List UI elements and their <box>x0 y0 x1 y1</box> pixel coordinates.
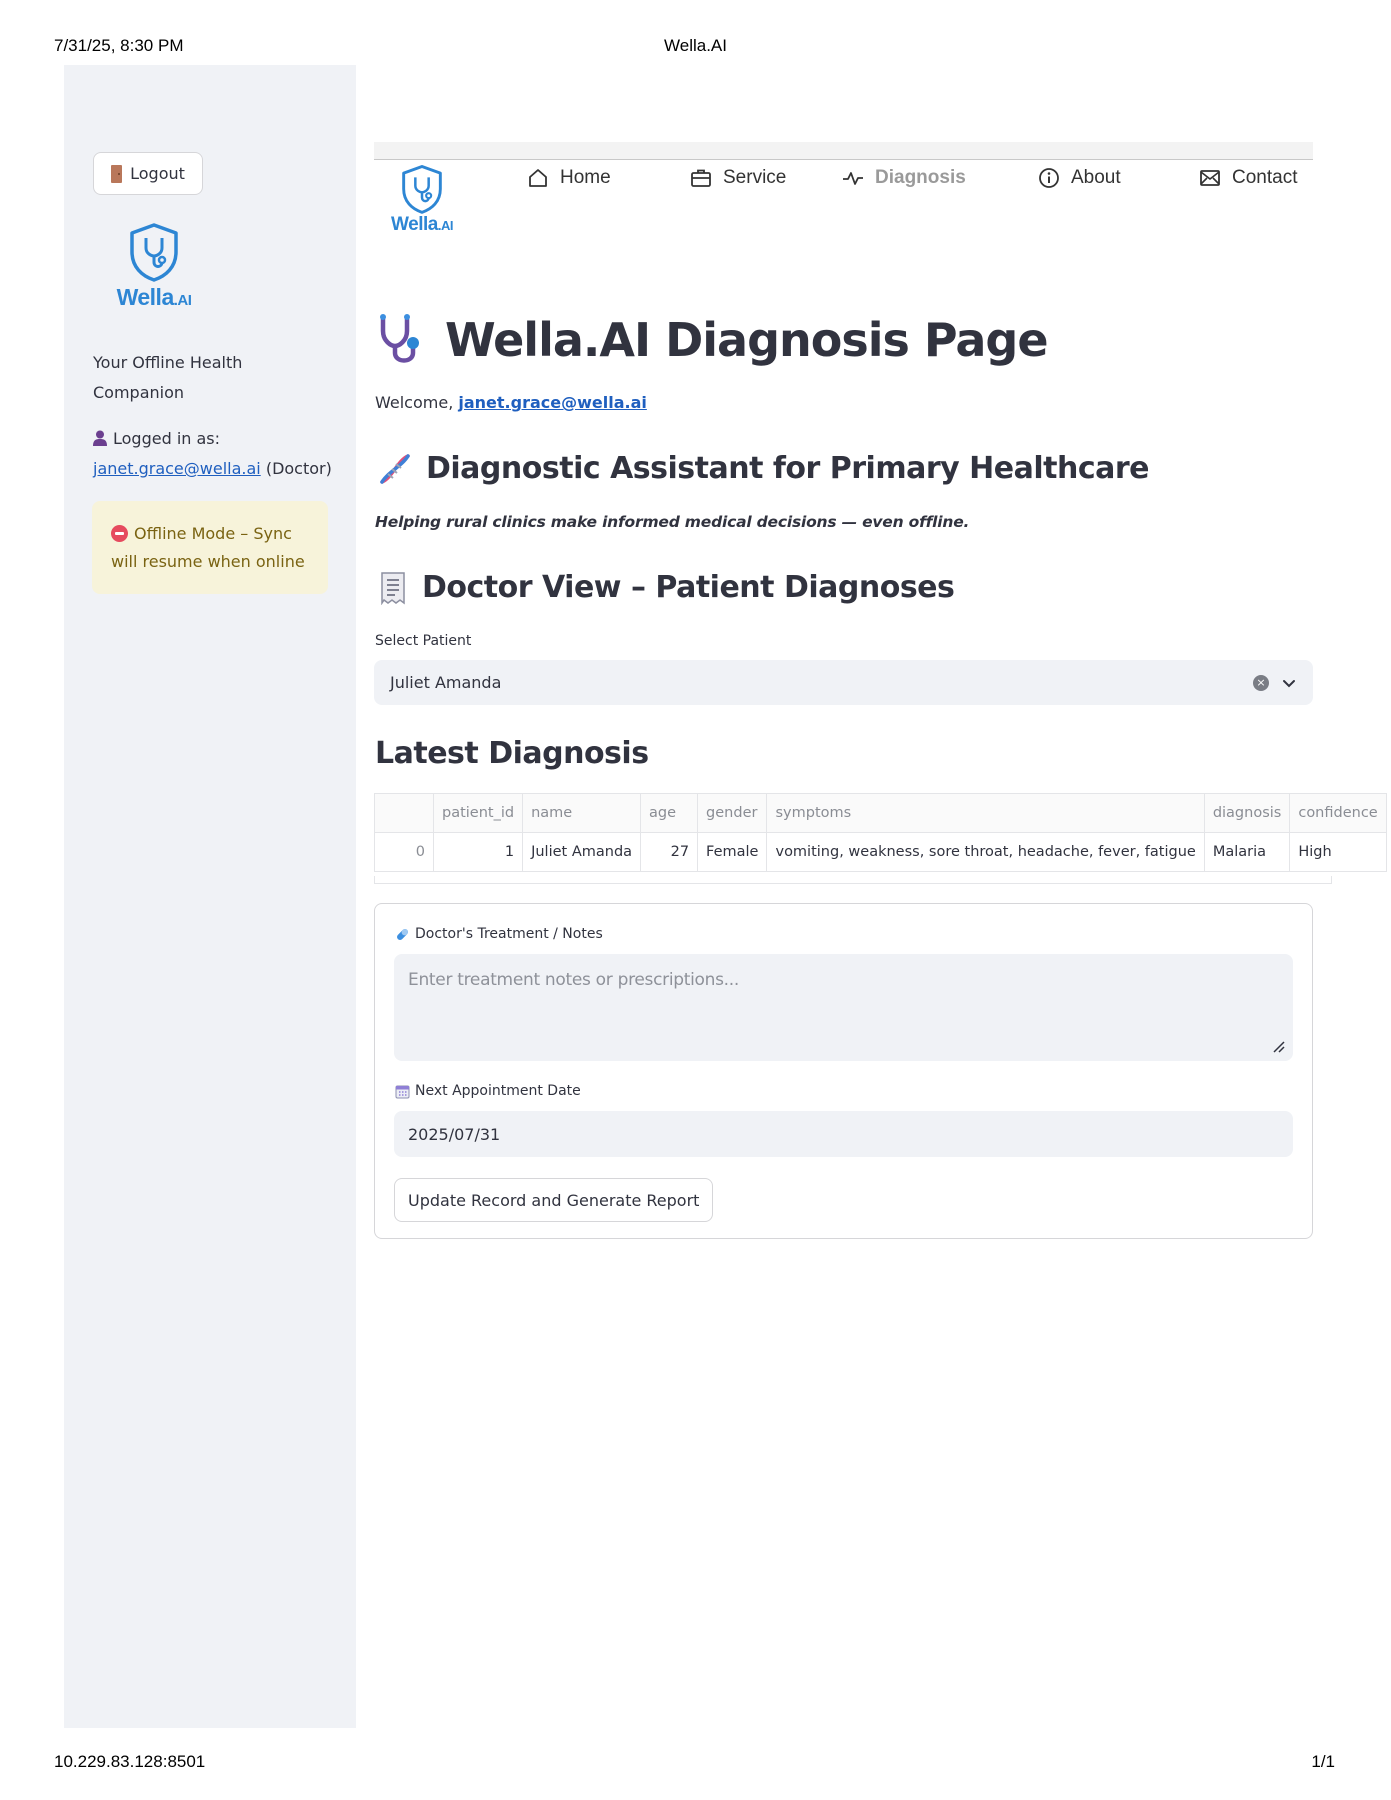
no-entry-icon <box>111 525 128 542</box>
notes-placeholder: Enter treatment notes or prescriptions..… <box>408 970 739 990</box>
diagnosis-table: patient_id name age gender symptoms diag… <box>374 793 1387 872</box>
cell-index[interactable]: 0 <box>374 832 434 872</box>
treatment-form: Doctor's Treatment / Notes Enter treatme… <box>374 903 1313 1239</box>
tagline: Your Offline Health Companion <box>93 353 243 402</box>
user-icon <box>93 430 107 446</box>
logout-button[interactable]: Logout <box>93 152 203 195</box>
logo-suffix: .AI <box>173 292 192 309</box>
date-value: 2025/07/31 <box>408 1124 501 1144</box>
chevron-down-icon[interactable] <box>1281 675 1297 691</box>
notes-label-text: Doctor's Treatment / Notes <box>415 926 603 942</box>
door-icon <box>111 164 123 183</box>
update-record-label: Update Record and Generate Report <box>408 1190 700 1210</box>
col-gender[interactable]: gender <box>697 793 768 833</box>
shield-stethoscope-icon <box>402 165 442 214</box>
appointment-date-input[interactable]: 2025/07/31 <box>394 1111 1293 1157</box>
select-patient-label: Select Patient <box>375 633 472 649</box>
receipt-icon <box>381 571 405 605</box>
nav-home[interactable]: Home <box>527 167 611 189</box>
activity-icon <box>843 172 863 185</box>
cell-diagnosis[interactable]: Malaria <box>1203 832 1291 872</box>
logged-in-label: Logged in as: <box>113 429 221 448</box>
update-record-button[interactable]: Update Record and Generate Report <box>394 1178 714 1222</box>
stethoscope-icon <box>380 314 419 363</box>
dna-icon <box>380 453 410 484</box>
nav-about-label: About <box>1071 167 1121 188</box>
latest-diagnosis-heading: Latest Diagnosis <box>375 736 649 771</box>
nav-home-label: Home <box>560 167 611 188</box>
table-scroll-area <box>374 876 1332 884</box>
calendar-icon <box>395 1085 410 1098</box>
nav-contact[interactable]: Contact <box>1199 167 1297 189</box>
page-title: Wella.AI Diagnosis Page <box>375 313 1049 367</box>
shield-stethoscope-icon <box>130 223 178 282</box>
user-role: (Doctor) <box>265 459 332 478</box>
offline-warning: Offline Mode – Sync will resume when onl… <box>92 501 328 594</box>
home-icon <box>529 169 547 187</box>
print-url: 10.229.83.128:8501 <box>54 1752 206 1771</box>
cell-age[interactable]: 27 <box>640 832 699 872</box>
print-title: Wella.AI <box>664 36 727 55</box>
nav-service-label: Service <box>723 167 787 188</box>
patient-select[interactable]: Juliet Amanda × <box>374 660 1313 705</box>
info-icon <box>1039 168 1059 188</box>
nav-about[interactable]: About <box>1038 167 1121 189</box>
assistant-heading: Diagnostic Assistant for Primary Healthc… <box>378 451 1150 486</box>
offline-message: Offline Mode – Sync will resume when onl… <box>111 524 305 571</box>
page-title-text: Wella.AI Diagnosis Page <box>445 313 1049 367</box>
treatment-notes-textarea[interactable]: Enter treatment notes or prescriptions..… <box>394 954 1293 1061</box>
col-index[interactable] <box>374 793 434 833</box>
table-row: 0 1 Juliet Amanda 27 Female vomiting, we… <box>374 832 1387 872</box>
welcome-email-link[interactable]: janet.grace@wella.ai <box>458 393 646 412</box>
envelope-icon <box>1200 170 1220 186</box>
print-page-number: 1/1 <box>1311 1752 1335 1771</box>
col-symptoms[interactable]: symptoms <box>766 793 1205 833</box>
sidebar: Logout Wella.AI Your Offline Health Comp… <box>64 65 356 1728</box>
navbar-top-bar <box>374 142 1313 160</box>
navbar-logo-text: Wella <box>391 214 438 235</box>
sidebar-logo: Wella.AI <box>104 222 204 311</box>
nav-diagnosis-label: Diagnosis <box>875 167 966 188</box>
date-label-text: Next Appointment Date <box>415 1083 581 1099</box>
nav-diagnosis[interactable]: Diagnosis <box>842 167 966 189</box>
col-diagnosis[interactable]: diagnosis <box>1203 793 1291 833</box>
col-age[interactable]: age <box>640 793 699 833</box>
navbar-logo[interactable]: Wella.AI <box>389 164 455 236</box>
col-name[interactable]: name <box>522 793 642 833</box>
selected-patient-value: Juliet Amanda <box>390 673 502 692</box>
nav-service[interactable]: Service <box>690 167 786 189</box>
notes-label: Doctor's Treatment / Notes <box>395 926 603 942</box>
welcome-line: Welcome, janet.grace@wella.ai <box>375 393 647 412</box>
col-patient-id[interactable]: patient_id <box>432 793 524 833</box>
assistant-heading-text: Diagnostic Assistant for Primary Healthc… <box>426 451 1150 486</box>
logo-text: Wella <box>116 284 175 310</box>
doctor-view-heading: Doctor View – Patient Diagnoses <box>378 570 955 605</box>
cell-confidence[interactable]: High <box>1289 832 1387 872</box>
assistant-subtitle: Helping rural clinics make informed medi… <box>375 513 970 531</box>
clear-icon[interactable]: × <box>1253 674 1269 691</box>
col-confidence[interactable]: confidence <box>1289 793 1387 833</box>
nav-contact-label: Contact <box>1232 167 1298 188</box>
date-label: Next Appointment Date <box>395 1083 581 1099</box>
cell-patient-id[interactable]: 1 <box>432 832 524 872</box>
doctor-view-heading-text: Doctor View – Patient Diagnoses <box>422 570 955 605</box>
cell-name[interactable]: Juliet Amanda <box>522 832 642 872</box>
user-email-link[interactable]: janet.grace@wella.ai <box>93 459 261 478</box>
cell-gender[interactable]: Female <box>697 832 768 872</box>
welcome-prefix: Welcome, <box>375 393 454 412</box>
logged-in-info: Logged in as: janet.grace@wella.ai (Doct… <box>93 424 353 484</box>
navbar-logo-suffix: .AI <box>437 218 454 233</box>
briefcase-icon <box>691 169 711 187</box>
pill-icon <box>397 928 408 940</box>
resize-handle-icon[interactable] <box>1273 1041 1285 1053</box>
table-header-row: patient_id name age gender symptoms diag… <box>374 793 1387 833</box>
logout-label: Logout <box>130 164 185 183</box>
cell-symptoms[interactable]: vomiting, weakness, sore throat, headach… <box>766 832 1205 872</box>
